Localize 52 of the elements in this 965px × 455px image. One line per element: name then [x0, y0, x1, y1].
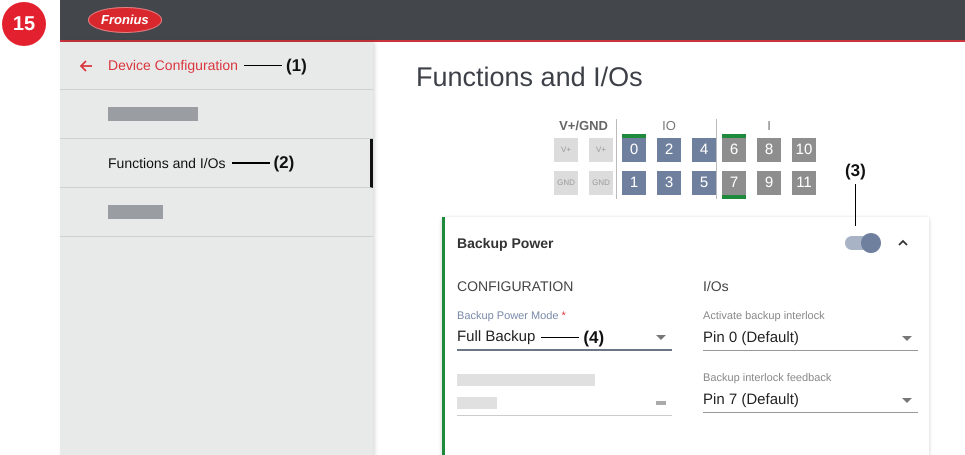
back-link[interactable]: Device Configuration — [108, 55, 238, 76]
redacted-mark — [656, 401, 666, 405]
card-title: Backup Power — [457, 234, 554, 253]
dropdown-field[interactable]: Pin 0 (Default) — [703, 326, 918, 351]
pin-box: V+ — [554, 138, 578, 162]
pin-box: 6 — [722, 138, 746, 162]
pin-box: 9 — [757, 171, 781, 195]
pin-box: 2 — [657, 138, 681, 162]
page-title: Functions and I/Os — [416, 64, 644, 91]
chevron-up-icon[interactable] — [897, 239, 909, 247]
pin-box: GND — [589, 171, 613, 195]
pin-box: 4 — [692, 138, 716, 162]
leader-line — [232, 162, 270, 164]
callout-number: (4) — [583, 326, 604, 349]
pin-box: 10 — [792, 138, 816, 162]
redacted-bar — [108, 205, 163, 219]
pin-box: GND — [554, 171, 578, 195]
caret-down-icon — [902, 336, 912, 340]
redacted-bar — [457, 397, 497, 409]
pin-box: 3 — [657, 171, 681, 195]
section-heading: CONFIGURATION — [457, 277, 574, 296]
step-number-badge: 15 — [2, 2, 46, 46]
toggle-switch[interactable] — [845, 236, 879, 250]
callout-number: (2) — [274, 152, 294, 174]
pin-box: 5 — [692, 171, 716, 195]
callout-number: (1) — [286, 54, 307, 77]
field-label: Backup Power Mode — [457, 310, 558, 323]
caret-down-icon — [902, 398, 912, 402]
field-label: Activate backup interlock — [703, 310, 826, 323]
leader-line — [854, 184, 856, 226]
section-heading: I/Os — [703, 277, 730, 296]
back-arrow-icon[interactable] — [78, 58, 94, 74]
pin-box: 1 — [622, 171, 646, 195]
sidebar-item-label: Functions and I/Os — [108, 154, 226, 172]
field-label: Backup interlock feedback — [703, 372, 832, 385]
pin-box: V+ — [589, 138, 613, 162]
pin-group-title: V+/GND — [559, 119, 608, 133]
pin-box: 0 — [622, 138, 646, 162]
required-mark: * — [562, 310, 566, 323]
pin-group-title: I — [767, 119, 771, 133]
pin-box: 8 — [757, 138, 781, 162]
brand-logo: Fronius — [88, 7, 162, 33]
pin-box: 7 — [722, 171, 746, 195]
callout-number: (3) — [845, 160, 866, 182]
leader-line — [541, 336, 580, 338]
pin-group-title: IO — [662, 119, 676, 133]
dropdown-field[interactable]: Pin 7 (Default) — [703, 388, 918, 413]
dropdown-field[interactable]: Full Backup (4) — [457, 326, 672, 351]
caret-down-icon — [656, 335, 666, 340]
sidebar-item[interactable]: Functions and I/Os (2) — [60, 139, 373, 188]
leader-line — [244, 64, 282, 66]
pin-box: 11 — [792, 171, 816, 195]
